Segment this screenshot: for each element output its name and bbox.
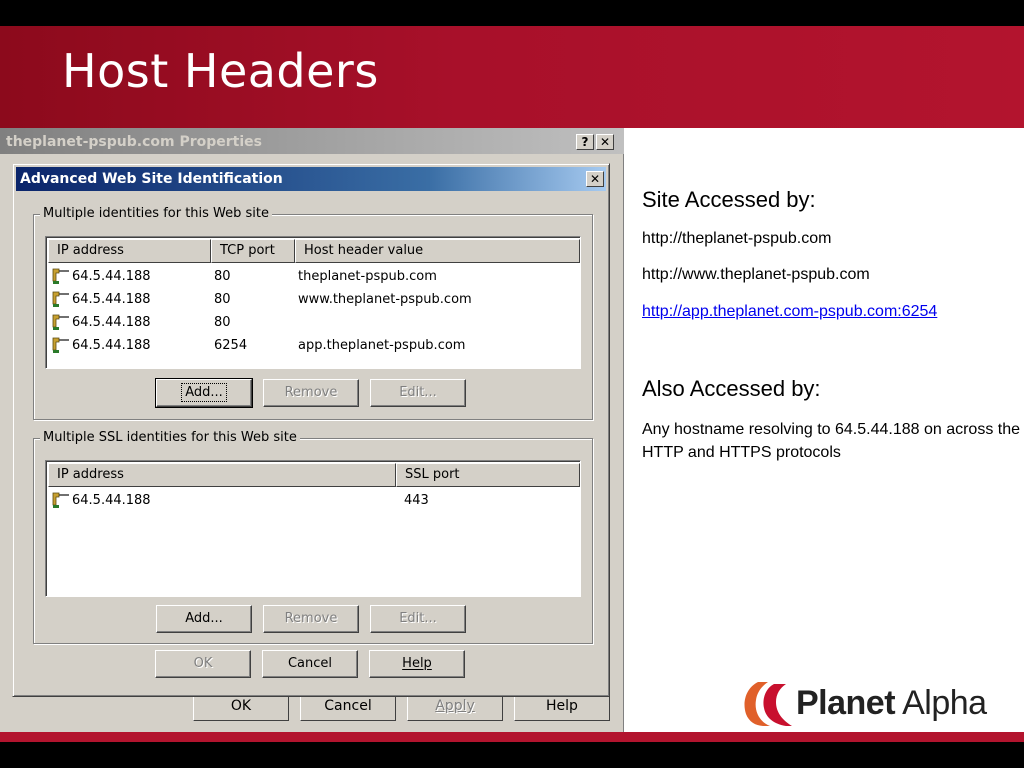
dialog-cancel-label: Cancel: [287, 656, 333, 671]
network-connection-icon: [52, 268, 69, 284]
identity-host: www.theplanet-pspub.com: [298, 292, 472, 307]
network-connection-icon: [52, 492, 69, 508]
properties-help-button[interactable]: Help: [514, 693, 610, 721]
footer-red-line: [0, 732, 1024, 742]
identity-port: 6254: [214, 338, 248, 353]
dialog-cancel-button[interactable]: Cancel: [262, 650, 358, 678]
identities-remove-label: Remove: [284, 385, 338, 400]
planet-alpha-logo: Planet Alpha: [740, 678, 1012, 728]
column-header-ip-address[interactable]: IP address: [48, 239, 211, 263]
ssl-identity-ip: 64.5.44.188: [72, 493, 151, 508]
identities-add-label: Add...: [181, 383, 227, 402]
identities-group-label: Multiple identities for this Web site: [40, 206, 273, 221]
dialog-ok-label: OK: [193, 656, 213, 671]
ssl-identities-groupbox: Multiple SSL identities for this Web sit…: [33, 430, 593, 644]
identity-row[interactable]: 64.5.44.188 6254 app.theplanet-pspub.com: [48, 335, 578, 357]
ssl-remove-label: Remove: [284, 611, 338, 626]
also-accessed-heading: Also Accessed by:: [642, 376, 821, 401]
ssl-identities-list-header: IP address SSL port: [48, 463, 580, 487]
identity-port: 80: [214, 269, 231, 284]
dialog-help-button[interactable]: Help: [369, 650, 465, 678]
identity-port: 80: [214, 292, 231, 307]
properties-ok-button[interactable]: OK: [193, 693, 289, 721]
identity-port: 80: [214, 315, 231, 330]
properties-apply-label: Apply: [435, 698, 475, 714]
logo-word-planet: Planet: [796, 684, 896, 722]
column-header-ssl-port[interactable]: SSL port: [396, 463, 580, 487]
advanced-dialog-close-button[interactable]: ✕: [586, 171, 604, 187]
column-header-tcp-port[interactable]: TCP port: [211, 239, 295, 263]
properties-help-label: Help: [546, 698, 578, 714]
identity-row[interactable]: 64.5.44.188 80: [48, 312, 578, 334]
identity-host: theplanet-pspub.com: [298, 269, 437, 284]
site-url-item: http://theplanet-pspub.com: [642, 230, 832, 247]
advanced-web-site-identification-dialog: Advanced Web Site Identification ✕ Multi…: [12, 163, 610, 697]
properties-window-title: theplanet-pspub.com Properties: [6, 134, 262, 150]
column-header-ssl-ip-address[interactable]: IP address: [48, 463, 396, 487]
ssl-edit-button[interactable]: Edit...: [370, 605, 466, 633]
identities-remove-button[interactable]: Remove: [263, 379, 359, 407]
properties-apply-button[interactable]: Apply: [407, 693, 503, 721]
top-black-bar: [0, 0, 1024, 26]
identity-ip: 64.5.44.188: [72, 292, 151, 307]
ssl-add-button[interactable]: Add...: [156, 605, 252, 633]
identities-add-button[interactable]: Add...: [155, 378, 253, 408]
identity-ip: 64.5.44.188: [72, 338, 151, 353]
ssl-identity-port: 443: [404, 493, 429, 508]
identity-ip: 64.5.44.188: [72, 315, 151, 330]
column-header-host-header[interactable]: Host header value: [295, 239, 580, 263]
dialog-help-label: Help: [402, 656, 432, 671]
properties-cancel-label: Cancel: [324, 698, 372, 714]
site-url-link[interactable]: http://app.theplanet.com-pspub.com:6254: [642, 303, 937, 321]
ssl-add-label: Add...: [185, 611, 223, 626]
ssl-identities-list[interactable]: IP address SSL port 64.5.44.188 443: [45, 460, 581, 597]
identities-edit-button[interactable]: Edit...: [370, 379, 466, 407]
properties-close-button[interactable]: ✕: [596, 134, 614, 150]
ssl-identities-group-label: Multiple SSL identities for this Web sit…: [40, 430, 300, 445]
ssl-identity-row[interactable]: 64.5.44.188 443: [48, 490, 578, 512]
logo-word-alpha: Alpha: [902, 684, 987, 722]
site-url-item: http://www.theplanet-pspub.com: [642, 266, 870, 283]
slide-title: Host Headers: [62, 44, 379, 98]
ssl-remove-button[interactable]: Remove: [263, 605, 359, 633]
properties-cancel-button[interactable]: Cancel: [300, 693, 396, 721]
advanced-dialog-titlebar: Advanced Web Site Identification ✕: [16, 167, 606, 191]
identity-ip: 64.5.44.188: [72, 269, 151, 284]
network-connection-icon: [52, 337, 69, 353]
network-connection-icon: [52, 291, 69, 307]
network-connection-icon: [52, 314, 69, 330]
identities-list-header: IP address TCP port Host header value: [48, 239, 580, 263]
planet-alpha-wordmark: Planet Alpha: [796, 684, 987, 723]
advanced-dialog-title: Advanced Web Site Identification: [20, 171, 283, 187]
planet-alpha-logo-mark-icon: [744, 682, 792, 726]
identities-list[interactable]: IP address TCP port Host header value 64…: [45, 236, 581, 369]
properties-ok-label: OK: [230, 698, 252, 714]
also-accessed-description: Any hostname resolving to 64.5.44.188 on…: [642, 421, 1021, 461]
identity-host: app.theplanet-pspub.com: [298, 338, 466, 353]
properties-help-titlebar-button[interactable]: ?: [576, 134, 594, 150]
identity-row[interactable]: 64.5.44.188 80 theplanet-pspub.com: [48, 266, 578, 288]
identities-groupbox: Multiple identities for this Web site IP…: [33, 206, 593, 420]
properties-titlebar: theplanet-pspub.com Properties ? ✕: [0, 128, 624, 154]
site-accessed-heading: Site Accessed by:: [642, 187, 816, 212]
identity-row[interactable]: 64.5.44.188 80 www.theplanet-pspub.com: [48, 289, 578, 311]
ssl-edit-label: Edit...: [399, 611, 437, 626]
identities-edit-label: Edit...: [399, 385, 437, 400]
dialog-ok-button[interactable]: OK: [155, 650, 251, 678]
bottom-black-bar: [0, 742, 1024, 768]
